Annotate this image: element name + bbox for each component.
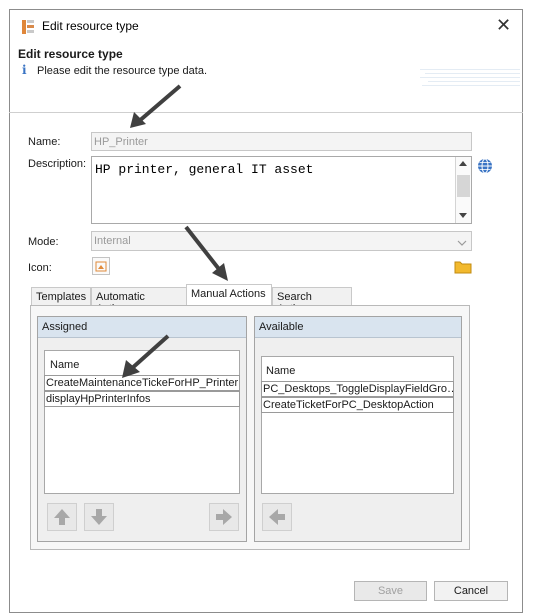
scroll-up-icon[interactable] [459, 161, 467, 166]
description-scrollbar[interactable] [455, 157, 471, 223]
scroll-thumb[interactable] [457, 175, 470, 197]
tab-automatic-actions[interactable]: Automatic Actions [91, 287, 187, 315]
scroll-down-icon[interactable] [459, 213, 467, 218]
close-icon[interactable]: ✕ [496, 14, 511, 36]
description-textarea[interactable]: HP printer, general IT asset [91, 156, 472, 224]
chevron-down-icon[interactable] [457, 238, 467, 250]
header-decoration [420, 67, 520, 87]
tab-manual-actions[interactable]: Manual Actions [186, 284, 272, 306]
available-row[interactable]: CreateTicketForPC_DesktopAction [261, 397, 454, 413]
header-subtitle: Please edit the resource type data. [37, 65, 207, 77]
mode-label: Mode: [28, 236, 59, 248]
assigned-column-header[interactable]: Name [50, 359, 79, 371]
move-up-icon [54, 509, 70, 525]
save-button[interactable]: Save [354, 581, 427, 601]
mode-select[interactable]: Internal [91, 231, 472, 251]
header-separator [9, 112, 523, 113]
available-column-header[interactable]: Name [266, 365, 295, 377]
move-left-icon [269, 509, 285, 525]
move-to-assigned-button[interactable] [262, 503, 292, 531]
move-to-available-button[interactable] [209, 503, 239, 531]
info-icon: i [22, 63, 27, 77]
move-down-button[interactable] [84, 503, 114, 531]
annotation-arrow [130, 84, 182, 128]
window-title: Edit resource type [42, 19, 139, 33]
available-header: Available [255, 317, 461, 338]
annotation-arrow [184, 225, 228, 281]
cancel-button[interactable]: Cancel [434, 581, 508, 601]
move-up-button[interactable] [47, 503, 77, 531]
tab-search-actions[interactable]: Search Actions [272, 287, 352, 315]
name-field[interactable]: HP_Printer [91, 132, 472, 151]
move-right-icon [216, 509, 232, 525]
name-label: Name: [28, 136, 61, 148]
annotation-arrow [122, 334, 170, 378]
available-row[interactable]: PC_Desktops_ToggleDisplayFieldGro… [261, 381, 454, 397]
description-label: Description: [28, 158, 87, 170]
move-down-icon [91, 509, 107, 525]
header-title: Edit resource type [18, 47, 123, 61]
icon-label: Icon: [28, 262, 52, 274]
globe-icon[interactable] [477, 158, 493, 174]
tab-templates[interactable]: Templates [31, 287, 91, 305]
assigned-row[interactable]: displayHpPrinterInfos [44, 391, 240, 407]
folder-icon[interactable] [454, 259, 472, 274]
mode-value: Internal [94, 235, 131, 247]
resource-type-icon [21, 19, 35, 35]
icon-preview[interactable] [92, 257, 110, 275]
